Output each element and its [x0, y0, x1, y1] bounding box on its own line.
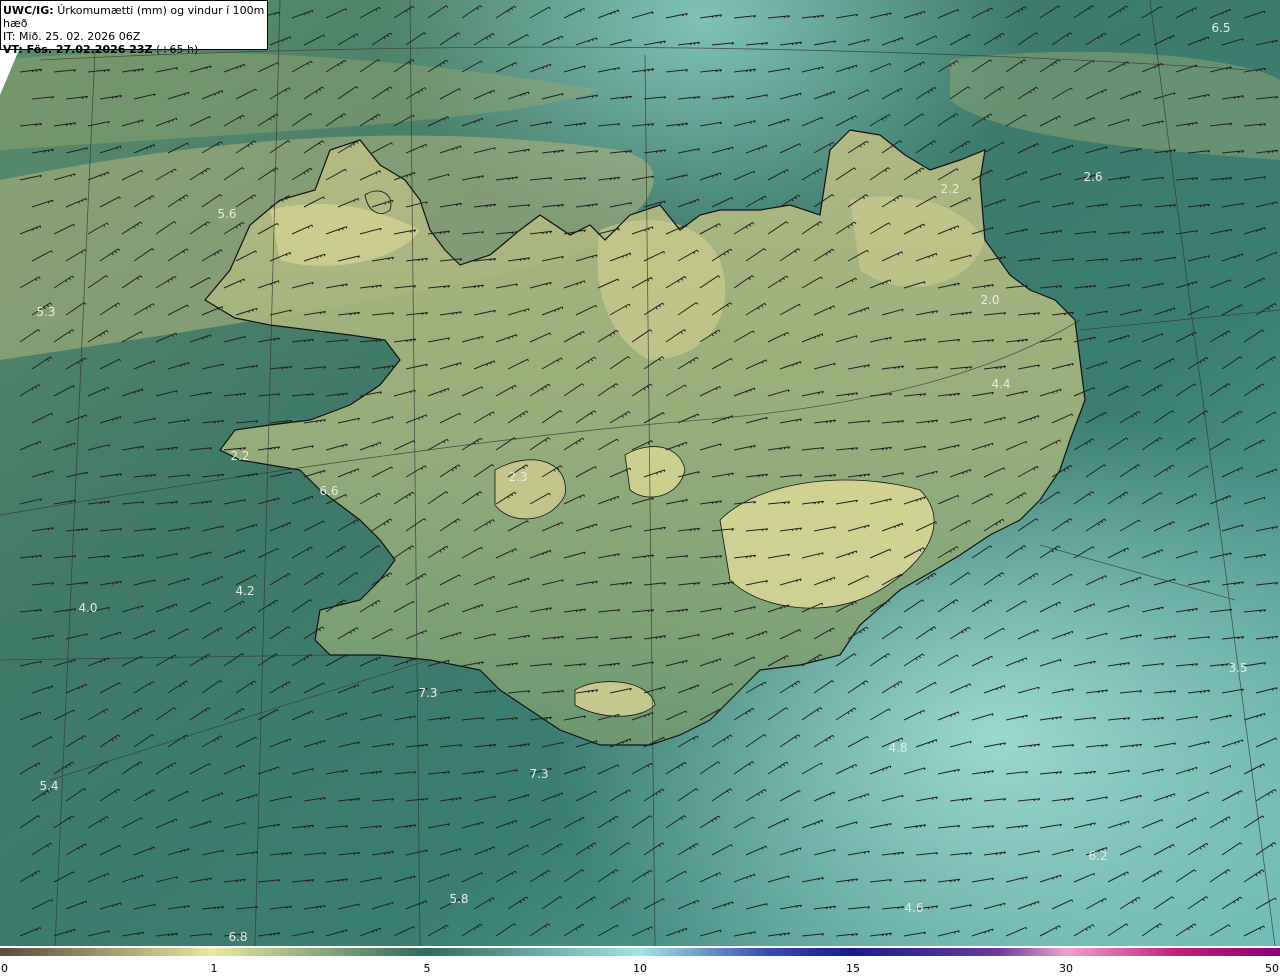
station-value: 4.0	[78, 601, 97, 615]
init-time: IT: Mið. 25. 02. 2026 06Z	[3, 30, 141, 43]
colorbar-tick-10: 10	[633, 962, 647, 975]
station-value: 5.3	[36, 305, 55, 319]
station-value: 4.6	[904, 901, 923, 915]
station-value: 6.2	[1088, 849, 1107, 863]
colorbar-tick-15: 15	[846, 962, 860, 975]
station-value: 6.5	[1211, 21, 1230, 35]
station-value: 4.4	[991, 377, 1010, 391]
station-value: 7.3	[418, 686, 437, 700]
station-value: 5.6	[217, 207, 236, 221]
station-value: 5.8	[449, 892, 468, 906]
station-value: 2.3	[508, 470, 527, 484]
colorbar-strip	[0, 948, 1280, 956]
station-value: 3.5	[1228, 661, 1247, 675]
weather-map: 6.5 2.6 2.2 5.6 5.3 2.0 4.4 2.2 6.6 2.3 4.2 4.0 3.5 7…	[0, 0, 1280, 946]
colorbar-tick-5: 5	[423, 962, 431, 975]
station-value: 2.2	[230, 449, 249, 463]
valid-time: VT: Fös. 27.02.2026 23Z	[3, 43, 153, 56]
station-value: 4.8	[888, 741, 907, 755]
station-value: 6.8	[228, 930, 247, 944]
station-value: 4.2	[235, 584, 254, 598]
colorbar: 0 1 5 10 15 30 50	[0, 946, 1280, 978]
colorbar-tick-30: 30	[1059, 962, 1073, 975]
map-info-box: UWC/IG: Úrkomumætti (mm) og vindur í 100…	[0, 0, 268, 56]
valid-offset: (+65 h)	[156, 43, 199, 56]
station-value: 5.4	[39, 779, 58, 793]
station-value: 2.0	[980, 293, 999, 307]
colorbar-tick-1: 1	[210, 962, 218, 975]
station-value: 2.2	[940, 182, 959, 196]
station-value: 6.6	[319, 484, 338, 498]
station-value: 7.3	[529, 767, 548, 781]
map-field: 6.5 2.6 2.2 5.6 5.3 2.0 4.4 2.2 6.6 2.3 4.2 4.0 3.5 7…	[0, 0, 1280, 946]
colorbar-tick-0: 0	[1, 962, 8, 975]
colorbar-tick-50: 50	[1265, 962, 1279, 975]
model-label: UWC/IG:	[3, 4, 54, 17]
station-value: 2.6	[1083, 170, 1102, 184]
